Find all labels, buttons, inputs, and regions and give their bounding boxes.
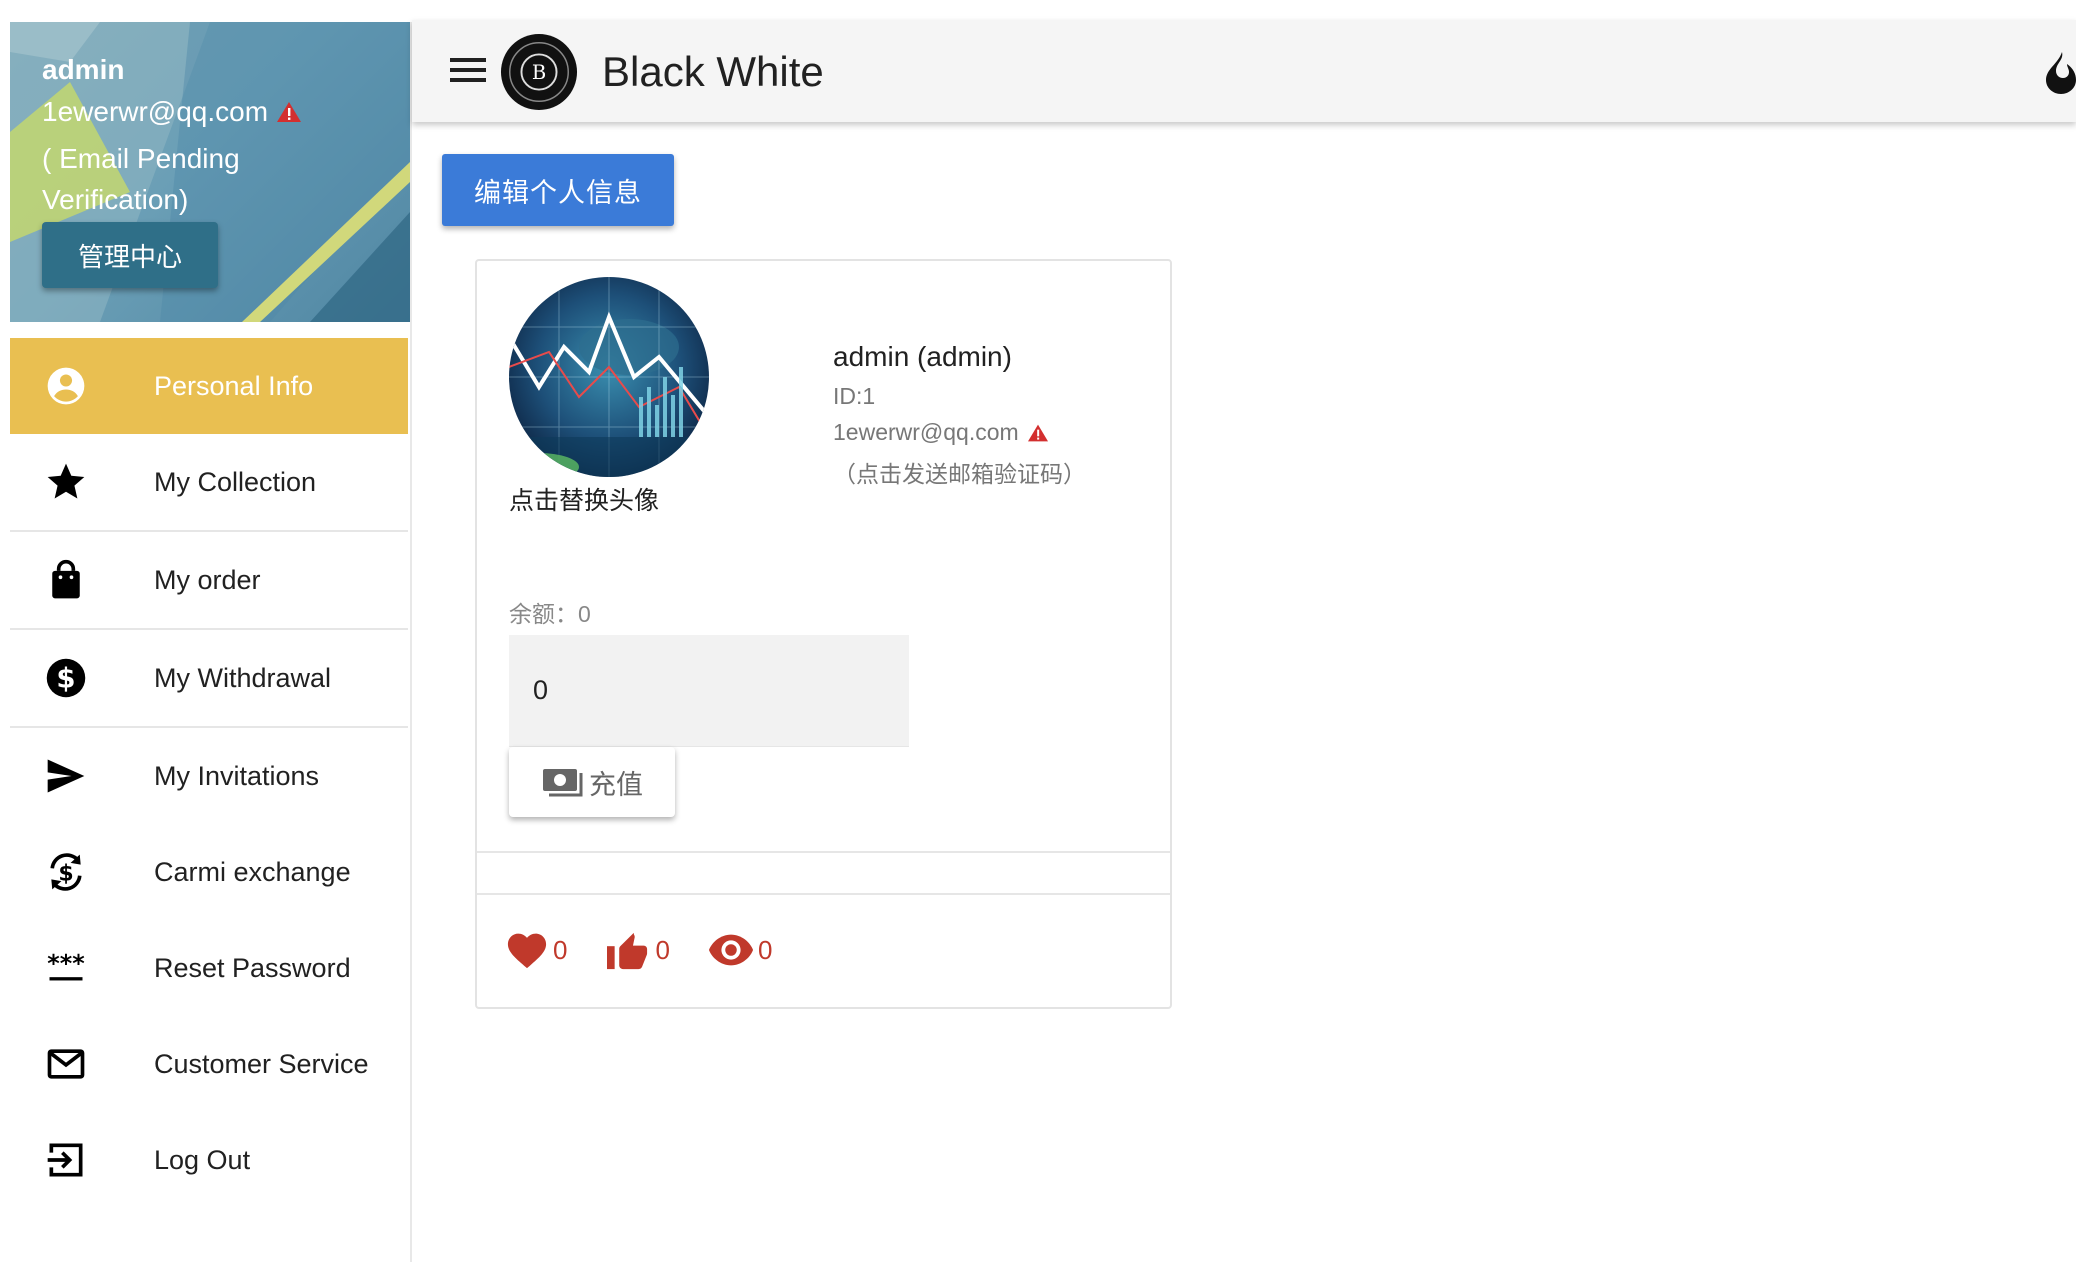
sidebar-item-customer-service[interactable]: Customer Service <box>10 1016 408 1112</box>
sidebar-item-label: Carmi exchange <box>154 856 351 887</box>
password-icon: *** <box>44 946 88 990</box>
divider <box>477 851 1170 853</box>
sidebar-item-my-invitations[interactable]: My Invitations <box>10 728 408 824</box>
sidebar-item-label: My Invitations <box>154 760 320 791</box>
sidebar-profile-header: admin 1ewerwr@qq.com ( Email Pending Ver… <box>10 22 410 322</box>
send-icon <box>44 754 88 798</box>
sidebar: admin 1ewerwr@qq.com ( Email Pending Ver… <box>10 22 412 1262</box>
send-verification-code-link[interactable]: （点击发送邮箱验证码） <box>833 455 1086 489</box>
views-stat[interactable]: 0 <box>708 932 772 968</box>
thumbs-up-stat[interactable]: 0 <box>605 929 670 971</box>
avatar[interactable] <box>509 277 709 477</box>
header-email: 1ewerwr@qq.com <box>42 96 302 128</box>
thumbs-up-count: 0 <box>655 934 670 965</box>
sidebar-item-label: My order <box>154 564 261 595</box>
thumbs-up-icon <box>607 932 648 970</box>
email-pending-note: ( Email Pending Verification) <box>42 143 240 215</box>
views-count: 0 <box>757 934 773 965</box>
sidebar-item-reset-password[interactable]: *** Reset Password <box>10 920 408 1016</box>
sidebar-item-my-order[interactable]: My order <box>10 532 408 630</box>
avatar-replace-caption[interactable]: 点击替换头像 <box>509 481 659 517</box>
profile-email: 1ewerwr@qq.com <box>833 419 1049 446</box>
heart-icon <box>507 933 547 969</box>
fire-icon[interactable] <box>2042 50 2076 94</box>
recharge-button[interactable]: 充值 <box>509 747 675 817</box>
avatar-stock-chart-image <box>509 277 709 477</box>
sidebar-nav: Personal Info My Collection My order $ M… <box>10 338 408 1208</box>
sidebar-item-carmi-exchange[interactable]: $ Carmi exchange <box>10 824 408 920</box>
sidebar-item-personal-info[interactable]: Personal Info <box>10 338 408 434</box>
profile-email-text: 1ewerwr@qq.com <box>833 419 1019 445</box>
profile-display-name: admin (admin) <box>833 341 1012 372</box>
warning-icon <box>277 102 302 122</box>
svg-text:$: $ <box>56 663 75 695</box>
sidebar-item-label: Personal Info <box>154 370 314 401</box>
currency-exchange-icon: $ <box>44 850 88 894</box>
eye-icon <box>708 934 753 966</box>
sidebar-item-log-out[interactable]: Log Out <box>10 1112 408 1208</box>
header-username: admin <box>42 54 125 85</box>
sidebar-item-my-withdrawal[interactable]: $ My Withdrawal <box>10 630 408 728</box>
likes-count: 0 <box>553 934 568 965</box>
likes-stat[interactable]: 0 <box>505 930 567 970</box>
logo-letter: B <box>532 61 546 84</box>
dollar-circle-icon: $ <box>44 656 88 700</box>
sidebar-item-label: My Withdrawal <box>154 662 332 693</box>
svg-text:***: *** <box>47 950 84 978</box>
profile-card: 点击替换头像 admin (admin) ID:1 1ewerwr@qq.com… <box>475 259 1172 1009</box>
hamburger-menu-icon[interactable] <box>448 52 488 88</box>
shopping-bag-icon <box>44 558 88 602</box>
star-icon <box>44 460 88 504</box>
money-icon <box>543 769 583 797</box>
recharge-button-label: 充值 <box>589 769 643 800</box>
top-app-bar: B Black White <box>412 20 2076 122</box>
svg-text:$: $ <box>58 861 73 886</box>
recharge-amount-input[interactable] <box>509 635 909 747</box>
sidebar-item-label: Customer Service <box>154 1048 369 1079</box>
account-circle-icon <box>44 364 88 408</box>
sidebar-item-my-collection[interactable]: My Collection <box>10 434 408 532</box>
app-title: Black White <box>602 48 824 95</box>
divider <box>477 893 1170 895</box>
balance-label: 余额：0 <box>509 601 591 627</box>
profile-stats: 0 0 0 <box>505 929 810 971</box>
mail-icon <box>44 1042 88 1086</box>
sidebar-item-label: Log Out <box>154 1144 251 1175</box>
admin-center-button[interactable]: 管理中心 <box>42 222 218 288</box>
warning-icon <box>1027 424 1048 441</box>
logout-icon <box>44 1138 88 1182</box>
edit-profile-button[interactable]: 编辑个人信息 <box>442 154 674 226</box>
brand-logo: B <box>500 33 578 111</box>
sidebar-item-label: My Collection <box>154 466 317 497</box>
profile-user-id: ID:1 <box>833 383 876 409</box>
sidebar-item-label: Reset Password <box>154 952 351 983</box>
header-email-text: 1ewerwr@qq.com <box>42 96 269 127</box>
